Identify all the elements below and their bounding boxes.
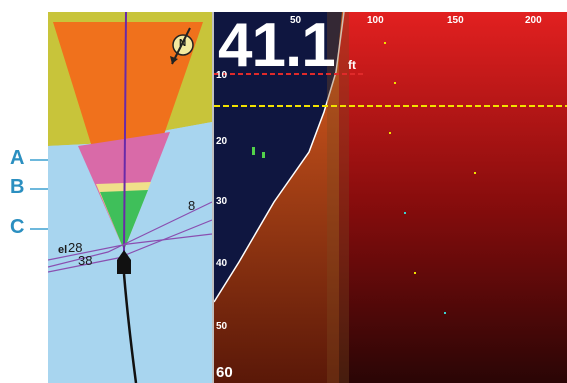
depth-tick: 60 bbox=[216, 364, 233, 381]
fish-mark bbox=[262, 152, 265, 158]
range-tick: 100 bbox=[367, 15, 384, 26]
noise-dot bbox=[414, 272, 416, 274]
noise-dot bbox=[404, 212, 406, 214]
sonar-panel[interactable]: 41.1 ft 50 100 150 200 10 20 30 40 50 60 bbox=[214, 12, 567, 383]
range-tick: 200 bbox=[525, 15, 542, 26]
range-tick: 50 bbox=[290, 15, 302, 26]
noise-dot bbox=[389, 132, 391, 134]
callout-c-label: C bbox=[10, 216, 25, 238]
depth-tick: 10 bbox=[216, 70, 228, 81]
range-tick: 150 bbox=[447, 15, 464, 26]
depth-unit: ft bbox=[348, 58, 356, 72]
depth-tick: 50 bbox=[216, 321, 228, 332]
noise-dot bbox=[394, 82, 396, 84]
chart-depth-label: 38 bbox=[78, 253, 93, 268]
noise-dot bbox=[444, 312, 446, 314]
chart-depth-label: 8 bbox=[188, 198, 196, 213]
depth-tick: 20 bbox=[216, 136, 228, 147]
depth-tick: 30 bbox=[216, 196, 228, 207]
chart-panel[interactable]: el 28 8 38 N bbox=[48, 12, 212, 383]
depth-readout: 41.1 bbox=[218, 12, 336, 80]
noise-dot bbox=[474, 172, 476, 174]
callout-a-label: A bbox=[10, 147, 25, 169]
chart-prefix-label: el bbox=[58, 244, 68, 256]
callout-b-label: B bbox=[10, 176, 25, 198]
depth-tick: 40 bbox=[216, 258, 228, 269]
noise-dot bbox=[384, 42, 386, 44]
compass-label: N bbox=[179, 38, 187, 49]
fish-mark bbox=[252, 147, 255, 155]
